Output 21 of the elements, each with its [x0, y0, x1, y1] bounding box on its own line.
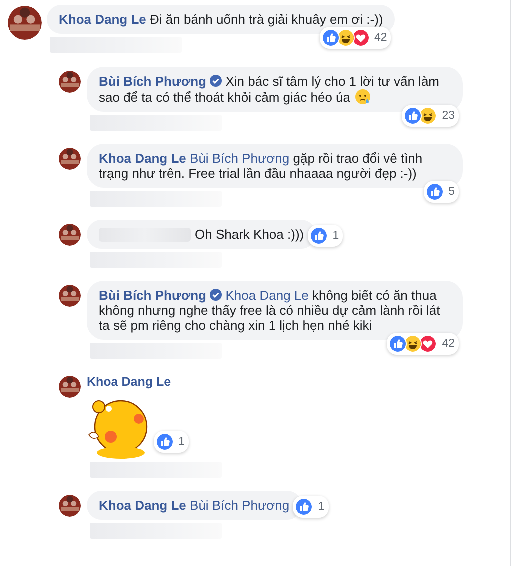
reaction-summary[interactable]: 5: [424, 181, 459, 203]
comment-text: Bùi Bích Phương Xin bác sĩ tâm lý cho 1 lời tư vấn làm sao để ta có thể thoát khỏi cảm giác héo úa: [99, 74, 441, 105]
author-name[interactable]: Khoa Dang Le: [87, 375, 172, 389]
reaction-summary[interactable]: 1: [154, 431, 189, 453]
reaction-summary[interactable]: 1: [293, 496, 329, 518]
reaction-summary[interactable]: 42: [387, 333, 459, 355]
mention-link[interactable]: Bùi Bích Phương: [190, 151, 290, 166]
comment-text: Khoa Dang Le Đi ăn bánh uốnh trà giải khuây em ơi :-)): [59, 12, 384, 27]
mention-link[interactable]: Khoa Dang Le: [226, 288, 309, 303]
comment-text: Oh Shark Khoa :))): [195, 227, 304, 242]
mention-link[interactable]: Bùi Bích Phương: [190, 498, 290, 513]
author-name[interactable]: Bùi Bích Phương: [99, 74, 206, 89]
author-name[interactable]: Khoa Dang Le: [99, 151, 186, 166]
author-name[interactable]: Khoa Dang Le: [59, 12, 146, 27]
author-name[interactable]: Khoa Dang Le: [99, 498, 186, 513]
reaction-summary[interactable]: 1: [308, 225, 344, 247]
comment-text: Khoa Dang Le Bùi Bích Phương gặp rồi trao đổi vê tình trạng như trên. Free trial lần đầu nhaaaa người đẹp :-)): [99, 151, 424, 181]
author-name[interactable]: Bùi Bích Phương: [99, 288, 206, 303]
comment-text: Bùi Bích Phương Khoa Dang Le không biết có ăn thua không nhưng nghe thấy free là có nhiều dự cảm lành rồi lát ta sẽ pm riêng cho chàng xin 1 lịch hẹn nhé kiki: [99, 288, 442, 333]
reaction-summary[interactable]: 23: [402, 105, 459, 127]
reaction-summary[interactable]: 42: [320, 27, 392, 49]
